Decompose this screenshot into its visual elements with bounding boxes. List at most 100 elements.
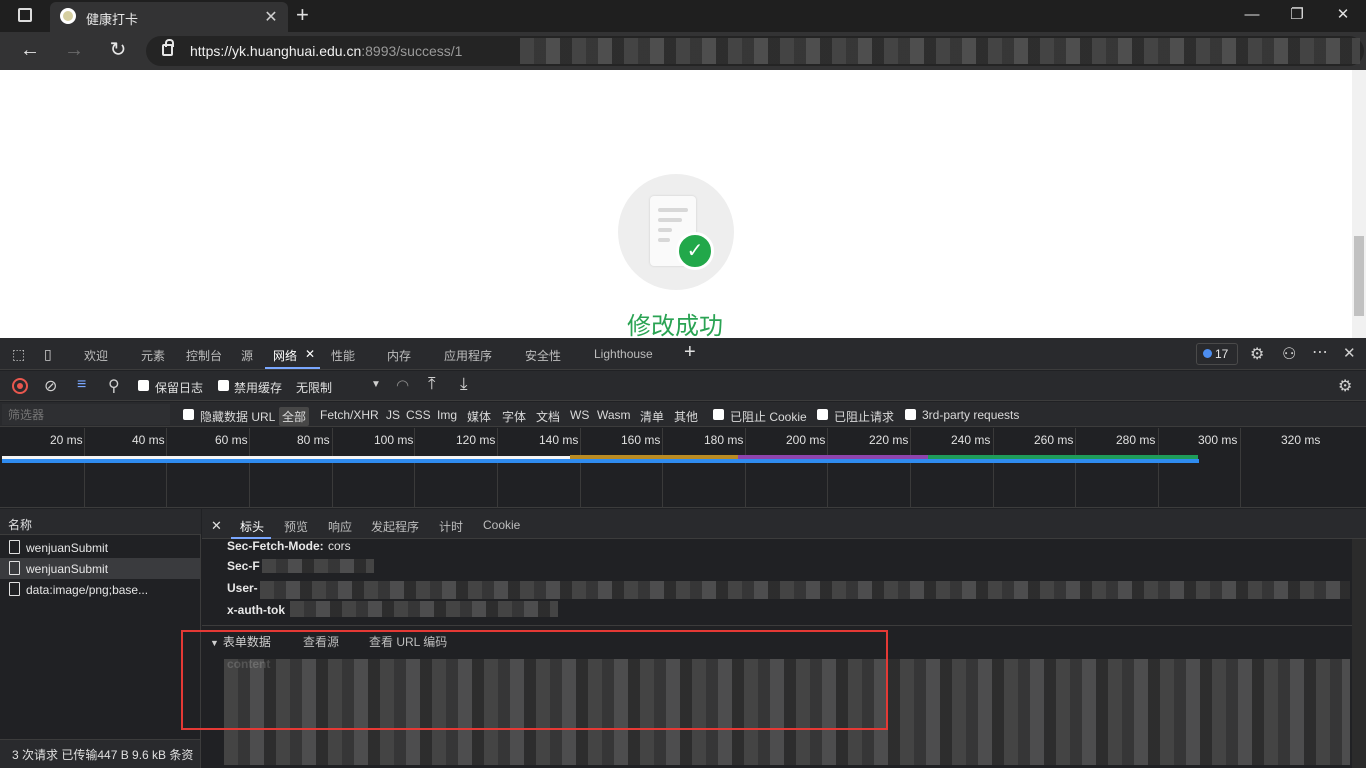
export-har-icon[interactable]: ⤓ xyxy=(460,374,468,394)
type-filter-other[interactable]: 其他 xyxy=(674,408,698,425)
tab-response[interactable]: 响应 xyxy=(328,518,352,535)
blocked-cookie-checkbox[interactable] xyxy=(713,409,724,420)
browser-tab[interactable]: 健康打卡 ✕ xyxy=(50,2,288,32)
issues-count: 17 xyxy=(1215,347,1229,361)
request-list-header[interactable]: 名称 xyxy=(0,509,201,535)
tab-performance[interactable]: 性能 xyxy=(331,347,355,364)
window-close-button[interactable]: ✕ xyxy=(1331,4,1355,26)
timeline-tick: 200 ms xyxy=(786,433,826,447)
new-tab-button[interactable]: + xyxy=(296,2,309,28)
chevron-down-icon[interactable]: ▼ xyxy=(371,379,381,390)
search-icon[interactable]: ⚲ xyxy=(108,376,120,396)
tab-preview[interactable]: 预览 xyxy=(284,518,308,535)
request-row[interactable]: data:image/png;base... xyxy=(0,579,200,600)
inspect-element-icon[interactable]: ⬚ xyxy=(12,346,25,363)
tab-cookie[interactable]: Cookie xyxy=(483,518,520,532)
hide-data-url-checkbox[interactable] xyxy=(183,409,194,420)
tab-network[interactable]: 网络 xyxy=(273,347,297,364)
network-timeline-overview[interactable]: 20 ms 40 ms 60 ms 80 ms 100 ms 120 ms 14… xyxy=(0,428,1366,508)
request-name: data:image/png;base... xyxy=(26,583,149,597)
type-filter-js[interactable]: JS xyxy=(386,408,400,422)
tab-memory[interactable]: 内存 xyxy=(387,347,411,364)
url-host: https://yk.huanghuai.edu.cn xyxy=(190,43,362,59)
blocked-cookie-label: 已阻止 Cookie xyxy=(730,410,807,424)
network-conditions-icon[interactable]: ◠ xyxy=(396,376,409,394)
add-tool-button[interactable]: + xyxy=(684,341,696,364)
type-filter-manifest[interactable]: 清单 xyxy=(640,408,664,425)
success-message: 修改成功 xyxy=(627,313,723,340)
record-stop-icon[interactable] xyxy=(12,378,28,394)
timeline-bar-total xyxy=(2,459,1199,463)
timeline-tick: 160 ms xyxy=(621,433,661,447)
lock-icon xyxy=(162,39,174,56)
tab-elements[interactable]: 元素 xyxy=(141,347,165,364)
tab-lighthouse[interactable]: Lighthouse xyxy=(594,347,653,361)
site-favicon-icon xyxy=(60,8,76,24)
page-scrollbar[interactable] xyxy=(1352,70,1366,338)
request-row[interactable]: wenjuanSubmit xyxy=(0,537,200,558)
type-filter-ws[interactable]: WS xyxy=(570,408,589,422)
details-close-icon[interactable]: ✕ xyxy=(211,518,222,534)
issues-counter[interactable]: 17 xyxy=(1196,343,1238,365)
request-name: wenjuanSubmit xyxy=(26,562,109,576)
name-column-header: 名称 xyxy=(8,518,33,532)
throttle-select[interactable]: 无限制 xyxy=(296,379,332,396)
tab-close-icon[interactable]: ✕ xyxy=(262,7,280,27)
filter-icon[interactable]: ≡ xyxy=(77,376,86,394)
tab-initiator[interactable]: 发起程序 xyxy=(371,518,419,535)
redacted-area xyxy=(260,581,1350,599)
active-tab-indicator xyxy=(265,367,320,369)
highlight-annotation-box xyxy=(181,630,888,730)
tab-title: 健康打卡 xyxy=(86,12,139,27)
forward-button[interactable]: → xyxy=(61,39,87,63)
filter-input[interactable] xyxy=(2,404,170,425)
type-filter-fetch-xhr[interactable]: Fetch/XHR xyxy=(320,408,379,422)
preserve-log-label: 保留日志 xyxy=(155,381,204,395)
network-settings-gear-icon[interactable]: ⚙ xyxy=(1338,376,1352,396)
timeline-tick: 220 ms xyxy=(869,433,909,447)
clear-icon[interactable]: ⊘ xyxy=(44,376,57,396)
details-tabbar: ✕ 标头 预览 响应 发起程序 计时 Cookie xyxy=(202,509,1366,539)
request-row-selected[interactable]: wenjuanSubmit xyxy=(0,558,200,579)
type-filter-all[interactable]: 全部 xyxy=(279,407,310,426)
page-scrollbar-thumb[interactable] xyxy=(1354,236,1364,316)
back-button[interactable]: ← xyxy=(17,39,43,63)
timeline-tick: 60 ms xyxy=(215,433,248,447)
tab-welcome[interactable]: 欢迎 xyxy=(84,347,108,364)
reload-button[interactable]: ↻ xyxy=(105,39,131,63)
type-filter-font[interactable]: 字体 xyxy=(502,408,526,425)
type-filter-img[interactable]: Img xyxy=(437,408,457,422)
address-bar-row: ← → ↻ https://yk.huanghuai.edu.cn:8993/s… xyxy=(0,32,1366,70)
minimize-button[interactable]: — xyxy=(1240,4,1264,26)
timeline-tick: 40 ms xyxy=(132,433,165,447)
blocked-requests-checkbox[interactable] xyxy=(817,409,828,420)
type-filter-media[interactable]: 媒体 xyxy=(467,408,491,425)
device-emulation-icon[interactable]: ▯ xyxy=(44,346,52,363)
timeline-tick: 240 ms xyxy=(951,433,991,447)
details-scrollbar[interactable] xyxy=(1352,539,1366,768)
more-options-icon[interactable]: ⋯ xyxy=(1312,342,1328,362)
tab-actions-icon[interactable] xyxy=(18,8,32,22)
preserve-log-checkbox[interactable] xyxy=(138,380,149,391)
tab-console[interactable]: 控制台 xyxy=(186,347,222,364)
customize-icon[interactable]: ⚇ xyxy=(1282,344,1296,364)
type-filter-css[interactable]: CSS xyxy=(406,408,431,422)
tab-headers[interactable]: 标头 xyxy=(240,518,264,535)
tab-security[interactable]: 安全性 xyxy=(525,347,561,364)
tab-application[interactable]: 应用程序 xyxy=(444,347,492,364)
timeline-tick: 320 ms xyxy=(1281,433,1321,447)
type-filter-doc[interactable]: 文档 xyxy=(536,408,560,425)
settings-gear-icon[interactable]: ⚙ xyxy=(1250,344,1264,364)
timeline-bar-download xyxy=(928,455,1198,459)
restore-button[interactable]: ❐ xyxy=(1285,4,1309,26)
disable-cache-checkbox[interactable] xyxy=(218,380,229,391)
third-party-checkbox[interactable] xyxy=(905,409,916,420)
tab-sources[interactable]: 源 xyxy=(241,347,253,364)
devtools-close-icon[interactable]: ✕ xyxy=(1343,344,1356,362)
filter-row: 隐藏数据 URL 全部 Fetch/XHR JS CSS Img 媒体 字体 文… xyxy=(0,402,1366,427)
header-key: User- xyxy=(227,581,258,595)
tab-network-close-icon[interactable]: ✕ xyxy=(305,347,315,361)
import-har-icon[interactable]: ⤒ xyxy=(428,374,436,394)
tab-timing[interactable]: 计时 xyxy=(439,518,463,535)
type-filter-wasm[interactable]: Wasm xyxy=(597,408,631,422)
